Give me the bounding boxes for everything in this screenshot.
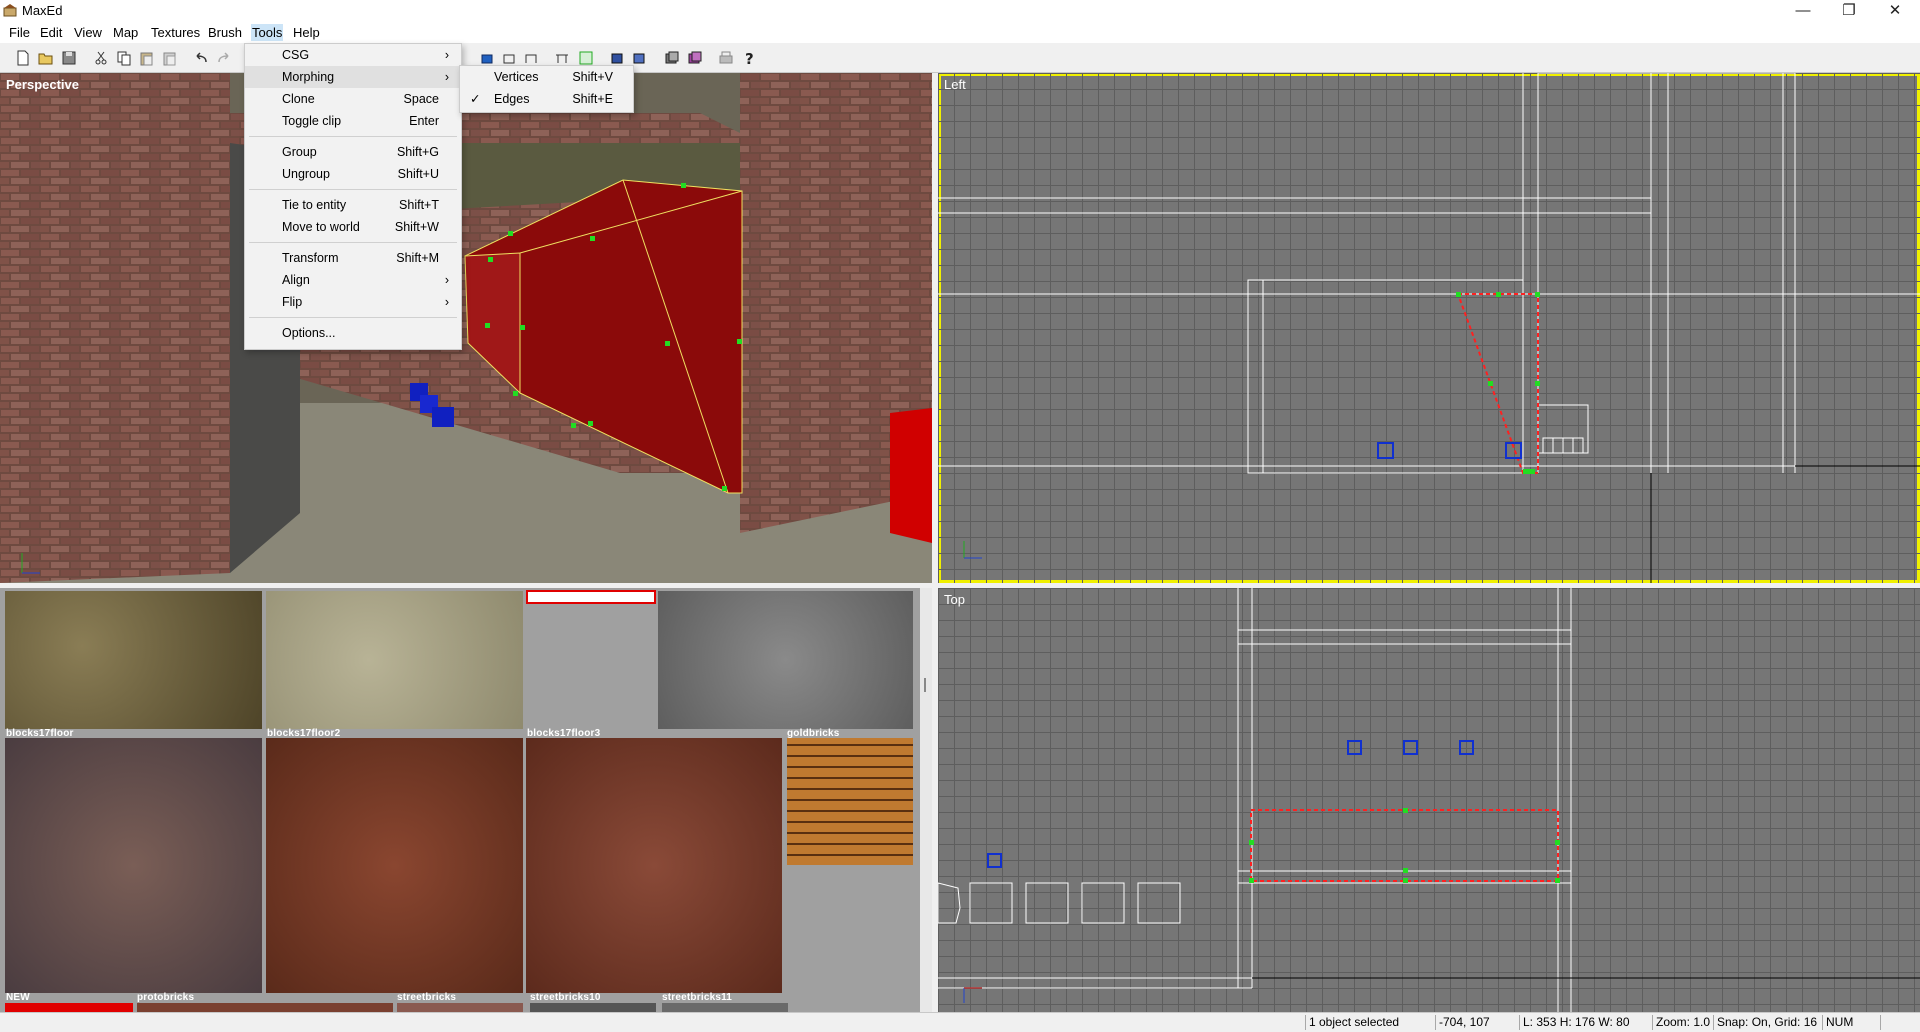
menu-separator <box>249 242 457 243</box>
tools-menu: CSG › Morphing › Clone Space Toggle clip Ent… <box>244 43 462 350</box>
menu-item-edges[interactable]: ✓ Edges Shift+E <box>460 88 633 110</box>
texture-tile[interactable] <box>266 738 523 993</box>
texture-tile[interactable] <box>526 738 782 993</box>
texture-tile[interactable] <box>662 1003 788 1012</box>
left-scene <box>938 73 1920 583</box>
texture-name: protobricks <box>137 992 195 1003</box>
perspective-viewport[interactable]: Perspective <box>0 73 932 583</box>
menu-textures[interactable]: Textures <box>150 24 201 41</box>
menu-item-vertices[interactable]: Vertices Shift+V <box>460 66 633 88</box>
menu-tools[interactable]: Tools <box>251 24 284 41</box>
menu-help[interactable]: Help <box>292 24 321 41</box>
help-icon[interactable]: ? <box>740 49 758 67</box>
menu-item-move-to-world[interactable]: Move to world Shift+W <box>245 216 461 238</box>
viewport-label-top: Top <box>944 592 965 607</box>
status-zoom: Zoom: 1.0 <box>1652 1015 1710 1030</box>
status-coords: -704, 107 <box>1435 1015 1490 1030</box>
menu-item-clone[interactable]: Clone Space <box>245 88 461 110</box>
texture-tile[interactable] <box>397 1003 523 1012</box>
copy-icon[interactable] <box>115 49 133 67</box>
texture-name: NEW <box>6 992 30 1003</box>
paste-icon[interactable] <box>138 49 156 67</box>
status-num: NUM <box>1822 1015 1853 1030</box>
texture-tile[interactable] <box>137 1003 393 1012</box>
status-snap: Snap: On, Grid: 16 <box>1713 1015 1817 1030</box>
texture-name: streetbricks10 <box>530 992 601 1003</box>
status-dimensions: L: 353 H: 176 W: 80 <box>1519 1015 1630 1030</box>
print-icon[interactable] <box>717 49 735 67</box>
menu-edit[interactable]: Edit <box>39 24 63 41</box>
top-scene <box>938 588 1920 1012</box>
viewport-label-left: Left <box>944 77 966 92</box>
menu-separator <box>249 317 457 318</box>
title-bar: MaxEd — ❐ ✕ <box>0 0 1920 22</box>
morphing-submenu: Vertices Shift+V ✓ Edges Shift+E <box>459 65 634 113</box>
texture-tile[interactable] <box>5 591 262 729</box>
check-icon: ✓ <box>470 92 481 106</box>
redo-icon[interactable] <box>215 49 233 67</box>
texture-browser[interactable]: blocks17floor blocks17floor2 blocks17flo… <box>0 588 932 1012</box>
texture-tile[interactable] <box>787 738 913 865</box>
menu-item-align[interactable]: Align › <box>245 269 461 291</box>
perspective-scene <box>0 73 932 583</box>
status-bar: 1 object selected -704, 107 L: 353 H: 17… <box>0 1012 1920 1032</box>
layer-tool-icon-2[interactable] <box>686 49 704 67</box>
menu-separator <box>249 189 457 190</box>
layer-tool-icon[interactable] <box>663 49 681 67</box>
texture-name: streetbricks11 <box>662 992 733 1003</box>
paste-special-icon[interactable] <box>161 49 179 67</box>
texture-tile[interactable] <box>5 738 262 993</box>
menu-item-tie-to-entity[interactable]: Tie to entity Shift+T <box>245 194 461 216</box>
menu-item-toggle-clip[interactable]: Toggle clip Enter <box>245 110 461 132</box>
left-viewport[interactable]: Left <box>938 73 1920 583</box>
menu-file[interactable]: File <box>8 24 31 41</box>
status-selection: 1 object selected <box>1305 1015 1399 1030</box>
texture-tile-selected[interactable] <box>526 590 656 604</box>
undo-icon[interactable] <box>192 49 210 67</box>
cut-icon[interactable] <box>92 49 110 67</box>
svg-text:?: ? <box>745 50 754 67</box>
menu-item-csg[interactable]: CSG › <box>245 44 461 66</box>
menu-view[interactable]: View <box>73 24 103 41</box>
texture-tile[interactable] <box>658 591 913 729</box>
top-viewport[interactable]: Top <box>938 588 1920 1012</box>
texture-tile[interactable] <box>266 591 523 729</box>
status-empty <box>1880 1015 1884 1030</box>
texture-tile[interactable] <box>5 1003 133 1012</box>
open-icon[interactable] <box>37 49 55 67</box>
menu-bar: File Edit View Map Textures Brush Tools … <box>0 22 1920 43</box>
close-button[interactable]: ✕ <box>1872 0 1918 22</box>
menu-item-ungroup[interactable]: Ungroup Shift+U <box>245 163 461 185</box>
menu-item-options[interactable]: Options... <box>245 322 461 344</box>
menu-separator <box>249 136 457 137</box>
menu-item-transform[interactable]: Transform Shift+M <box>245 247 461 269</box>
menu-item-group[interactable]: Group Shift+G <box>245 141 461 163</box>
window-title: MaxEd <box>22 3 63 18</box>
menu-item-morphing[interactable]: Morphing › <box>245 66 461 88</box>
viewport-label-perspective: Perspective <box>6 77 79 92</box>
texture-tile[interactable] <box>530 1003 656 1012</box>
save-icon[interactable] <box>60 49 78 67</box>
maximize-button[interactable]: ❐ <box>1826 0 1872 22</box>
scrollbar-thumb[interactable] <box>924 678 926 692</box>
menu-map[interactable]: Map <box>112 24 139 41</box>
texture-scrollbar[interactable] <box>920 588 932 1012</box>
minimize-button[interactable]: — <box>1780 0 1826 22</box>
app-icon <box>3 4 17 17</box>
texture-name: streetbricks <box>397 992 457 1003</box>
menu-brush[interactable]: Brush <box>207 24 243 41</box>
menu-item-flip[interactable]: Flip › <box>245 291 461 313</box>
new-icon[interactable] <box>14 49 32 67</box>
